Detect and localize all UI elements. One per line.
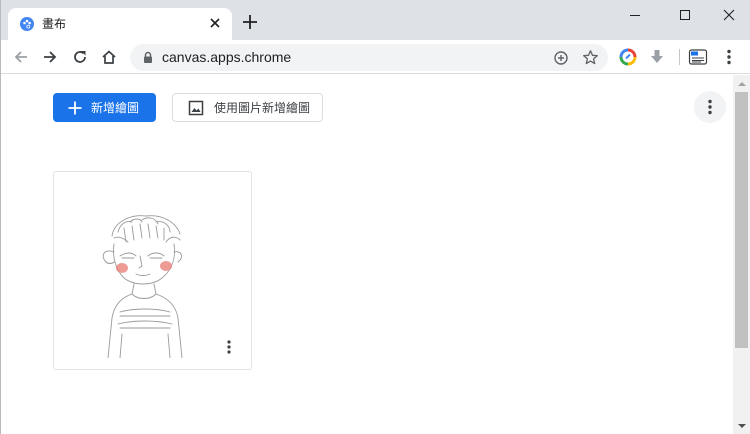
plus-icon[interactable] (240, 12, 260, 32)
browser-menu-button[interactable] (719, 47, 739, 67)
image-icon (188, 100, 204, 115)
close-icon[interactable] (206, 14, 224, 32)
close-icon (723, 9, 735, 21)
scroll-down-button[interactable] (733, 417, 750, 434)
minimize-button[interactable] (612, 0, 658, 30)
reload-icon (74, 51, 86, 63)
reload-button[interactable] (70, 47, 90, 67)
zoom-button[interactable] (551, 48, 570, 67)
tab-canvas[interactable]: 畫布 (8, 8, 232, 40)
window-close-button[interactable] (706, 0, 750, 30)
zoom-plus-icon (553, 50, 568, 65)
plus-icon (68, 101, 82, 114)
lock-icon (144, 51, 152, 63)
new-drawing-label: 新增繪圖 (91, 101, 140, 115)
maximize-button[interactable] (662, 0, 708, 30)
drawing-menu-button[interactable] (221, 337, 237, 357)
more-vert-icon (708, 99, 712, 115)
drawing-card[interactable] (53, 171, 252, 370)
triangle-up-icon (737, 81, 746, 86)
back-button[interactable] (11, 47, 31, 67)
google-one-icon (619, 48, 637, 66)
minimize-icon (630, 15, 640, 16)
tab-title: 畫布 (42, 17, 67, 31)
more-vert-icon (227, 340, 231, 354)
new-drawing-button[interactable]: 新增繪圖 (53, 93, 156, 122)
toolbar-separator (679, 49, 680, 65)
browser-toolbar: canvas.apps.chrome (0, 40, 750, 74)
new-from-image-label: 使用圖片新增繪圖 (214, 101, 311, 115)
home-button[interactable] (99, 47, 119, 67)
scroll-thumb[interactable] (735, 92, 748, 348)
extension-download[interactable] (647, 47, 667, 67)
drawing-thumbnail (102, 215, 183, 358)
address-bar[interactable]: canvas.apps.chrome (130, 44, 608, 71)
download-icon (651, 50, 663, 63)
vertical-scrollbar[interactable] (733, 75, 750, 434)
forward-button[interactable] (40, 47, 60, 67)
star-icon (583, 50, 598, 65)
new-from-image-button[interactable]: 使用圖片新增繪圖 (172, 93, 323, 122)
triangle-down-icon (737, 423, 746, 428)
tab-strip: 畫布 (0, 0, 750, 40)
arrow-back-icon (14, 51, 27, 63)
url-text[interactable]: canvas.apps.chrome (162, 49, 291, 66)
extension-google-one[interactable] (618, 47, 638, 67)
palette-icon (20, 17, 34, 31)
bookmark-button[interactable] (581, 48, 600, 67)
maximize-icon (680, 10, 690, 20)
scroll-up-button[interactable] (733, 75, 750, 92)
extension-keyboard[interactable] (688, 47, 708, 67)
arrow-forward-icon (44, 51, 57, 63)
keyboard-icon (688, 49, 708, 65)
more-vert-icon (727, 49, 731, 65)
page-menu-button[interactable] (694, 91, 726, 123)
home-icon (102, 50, 116, 64)
window-border (0, 0, 1, 434)
canvas-app-page: 新增繪圖 使用圖片新增繪圖 (0, 75, 733, 434)
